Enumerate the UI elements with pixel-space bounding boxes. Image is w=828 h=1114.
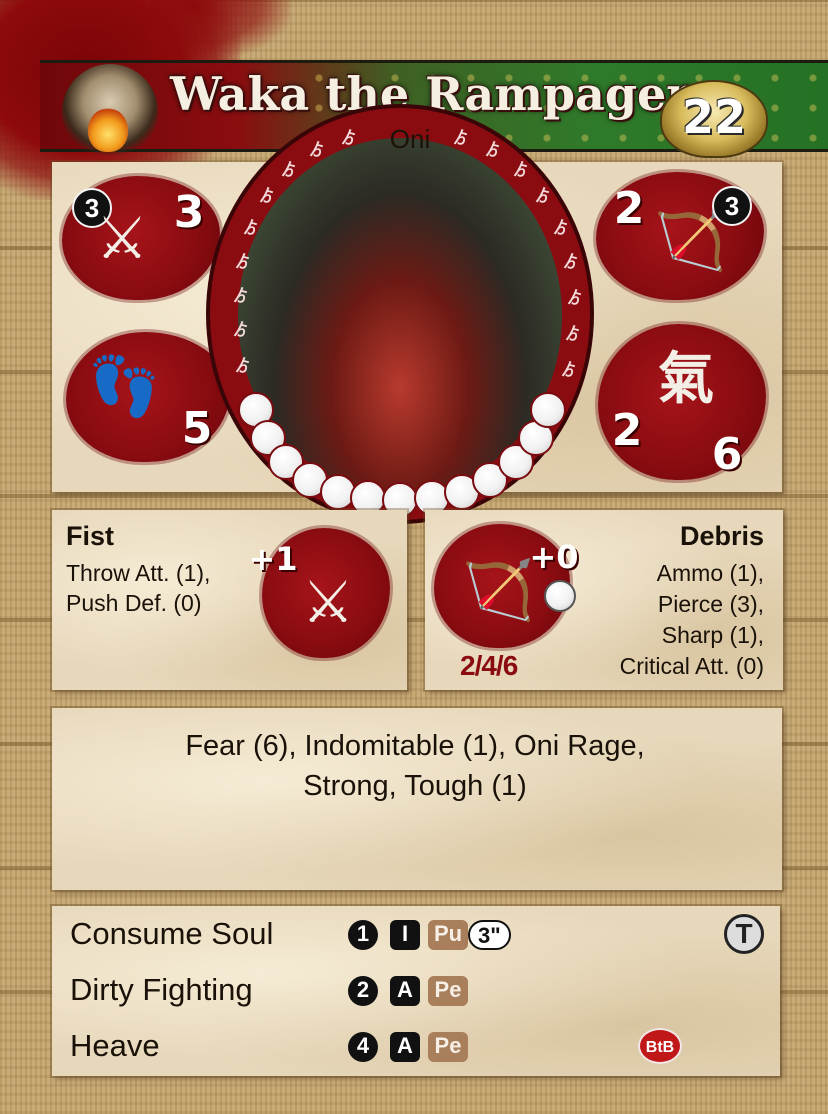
rune-glyph: ゟ [512,162,529,179]
ki-glyph: 氣 [658,346,714,412]
rune-glyph: ゟ [234,254,251,271]
ranged-weapon-trait: Pierce (3), [657,591,764,617]
action-name[interactable]: Consume Soul [70,914,340,954]
character-portrait [238,138,562,494]
bow-arrow-icon: 🏹 [462,558,535,623]
action-name[interactable]: Dirty Fighting [70,970,340,1010]
ranged-weapon-modifier: +0 [529,538,579,576]
rune-glyph: ゟ [280,162,297,179]
rune-glyph: ゟ [534,188,551,205]
blood-splatter [150,0,290,60]
base-to-base-icon: BtB [638,1028,682,1064]
ranged-weapon-trait: Ammo (1), [656,560,764,586]
action-cost: 1 [348,920,378,950]
ranged-weapon-range: 2/4/6 [460,650,518,681]
action-cost: 4 [348,1032,378,1062]
ki-max: 6 [711,429,743,480]
action-type: I [390,920,420,950]
crossed-swords-icon: ⚔ [302,570,354,635]
action-type: A [390,1032,420,1062]
abilities-line: Fear (6), Indomitable (1), Oni Rage, [185,730,645,762]
rune-glyph: ゟ [242,220,259,237]
rune-glyph: ゟ [484,142,501,159]
ranged-weapon-trait: Sharp (1), [661,622,764,648]
card-cost: 22 [681,90,746,144]
melee-weapon-name: Fist [66,521,115,551]
abilities-line: Strong, Tough (1) [303,770,527,802]
ranged-value: 2 [613,183,645,234]
rune-glyph: ゟ [232,322,249,339]
rune-glyph: ゟ [564,326,581,343]
melee-value: 3 [173,187,205,238]
rune-glyph: ゟ [340,130,357,147]
bow-arrow-icon: 🏹 [654,208,727,273]
ranged-pool-badge: 3 [712,186,752,226]
action-range: 3" [468,920,511,950]
crossed-swords-icon: ⚔ [96,206,148,271]
action-tag: Pe [428,1032,468,1062]
rune-glyph: ゟ [552,220,569,237]
action-cost: 2 [348,976,378,1006]
foot-icon: 👣 [88,354,161,419]
rune-glyph: ゟ [232,288,249,305]
rune-glyph: ゟ [562,254,579,271]
rune-glyph: ゟ [258,188,275,205]
rune-glyph: ゟ [234,358,251,375]
ranged-weapon-trait: Critical Att. (0) [619,653,764,679]
melee-weapon-trait: Push Def. (0) [66,590,202,616]
flame-icon [88,108,128,152]
action-name[interactable]: Heave [70,1026,340,1066]
wound-pearl[interactable] [530,392,566,428]
move-value: 5 [181,403,213,454]
ranged-weapon-name: Debris [679,521,764,551]
rune-glyph: ゟ [308,142,325,159]
rune-glyph: ゟ [560,362,577,379]
action-tag: Pu [428,920,468,950]
action-type: A [390,976,420,1006]
rune-glyph: ゟ [566,290,583,307]
ammo-token [544,580,576,612]
ki-current: 2 [611,405,643,456]
action-tag: Pe [428,976,468,1006]
target-marker-icon: T [724,914,764,954]
rune-glyph: ゟ [452,130,469,147]
